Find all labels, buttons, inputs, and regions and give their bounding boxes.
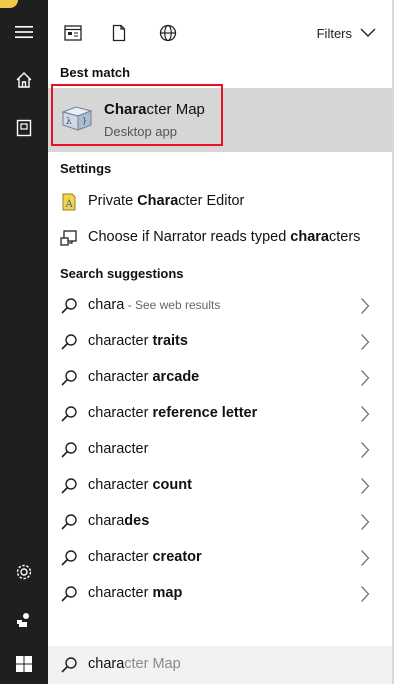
search-box[interactable]: character Map bbox=[48, 646, 392, 684]
search-suggestion-row[interactable]: character map bbox=[48, 576, 392, 612]
documents-tab-icon[interactable] bbox=[108, 22, 130, 44]
left-rail bbox=[0, 0, 48, 684]
svg-text:A: A bbox=[65, 199, 74, 210]
best-match-heading: Best match bbox=[60, 65, 131, 80]
chevron-right-icon[interactable] bbox=[360, 585, 374, 603]
suggestion-text: chara - See web results bbox=[88, 297, 221, 313]
search-icon bbox=[60, 656, 78, 679]
search-suggestion-row[interactable]: chara - See web results bbox=[48, 288, 392, 324]
search-icon bbox=[60, 477, 78, 495]
search-suggestions-heading: Search suggestions bbox=[60, 266, 184, 281]
suggestion-text: charades bbox=[88, 513, 150, 529]
suggestion-text: character creator bbox=[88, 549, 202, 565]
character-map-app-icon: λ } bbox=[60, 104, 94, 132]
settings-item-label: Private Character Editor bbox=[88, 193, 245, 209]
search-autocomplete: cter Map bbox=[124, 656, 181, 672]
suggestion-text: character map bbox=[88, 585, 183, 601]
chevron-right-icon[interactable] bbox=[360, 441, 374, 459]
search-suggestion-row[interactable]: character count bbox=[48, 468, 392, 504]
search-suggestion-row[interactable]: character creator bbox=[48, 540, 392, 576]
search-icon bbox=[60, 369, 78, 387]
best-match-subtitle: Desktop app bbox=[104, 124, 177, 139]
settings-item-label: Choose if Narrator reads typed character… bbox=[88, 229, 361, 245]
chevron-right-icon[interactable] bbox=[360, 297, 374, 315]
search-icon bbox=[60, 441, 78, 459]
settings-item-private-character-editor[interactable]: A Private Character Editor bbox=[48, 184, 392, 220]
home-icon[interactable] bbox=[0, 56, 48, 104]
filters-dropdown[interactable]: Filters bbox=[317, 22, 376, 44]
suggestion-text: character reference letter bbox=[88, 405, 258, 421]
search-filter-bar: Filters bbox=[48, 10, 392, 54]
feedback-icon[interactable] bbox=[0, 596, 48, 644]
chevron-right-icon[interactable] bbox=[360, 477, 374, 495]
private-character-editor-icon: A bbox=[60, 193, 78, 211]
suggestion-text: character arcade bbox=[88, 369, 200, 385]
suggestion-text: character count bbox=[88, 477, 192, 493]
web-tab-icon[interactable] bbox=[157, 22, 179, 44]
settings-heading: Settings bbox=[60, 161, 112, 176]
search-panel: Filters Best match λ } Character Map Des… bbox=[48, 0, 392, 684]
search-suggestion-row[interactable]: character arcade bbox=[48, 360, 392, 396]
suggestion-text: character traits bbox=[88, 333, 188, 349]
svg-text:}: } bbox=[82, 116, 87, 125]
narrator-settings-icon bbox=[60, 229, 78, 247]
search-icon bbox=[60, 549, 78, 567]
chevron-right-icon[interactable] bbox=[360, 549, 374, 567]
suggestion-text: character bbox=[88, 441, 149, 457]
search-suggestion-row[interactable]: charades bbox=[48, 504, 392, 540]
best-match-title: Character Map bbox=[104, 101, 205, 118]
filters-label: Filters bbox=[316, 25, 352, 41]
notebook-icon[interactable] bbox=[0, 104, 48, 152]
chevron-right-icon[interactable] bbox=[360, 333, 374, 351]
search-icon bbox=[60, 513, 78, 531]
windows-start-icon[interactable] bbox=[0, 640, 48, 688]
chevron-right-icon[interactable] bbox=[360, 369, 374, 387]
settings-item-narrator[interactable]: Choose if Narrator reads typed character… bbox=[48, 220, 392, 256]
chevron-right-icon[interactable] bbox=[360, 513, 374, 531]
chevron-right-icon[interactable] bbox=[360, 405, 374, 423]
apps-tab-icon[interactable] bbox=[62, 22, 84, 44]
search-icon bbox=[60, 585, 78, 603]
search-icon bbox=[60, 405, 78, 423]
folder-corner-icon bbox=[0, 0, 18, 8]
search-suggestion-row[interactable]: character bbox=[48, 432, 392, 468]
settings-gear-icon[interactable] bbox=[0, 548, 48, 596]
search-suggestion-row[interactable]: character traits bbox=[48, 324, 392, 360]
search-icon bbox=[60, 297, 78, 315]
chevron-down-icon bbox=[360, 28, 376, 37]
svg-text:λ: λ bbox=[66, 117, 72, 127]
search-suggestion-row[interactable]: character reference letter bbox=[48, 396, 392, 432]
hamburger-menu-icon[interactable] bbox=[0, 8, 48, 56]
search-input[interactable]: character Map bbox=[88, 656, 181, 672]
search-icon bbox=[60, 333, 78, 351]
